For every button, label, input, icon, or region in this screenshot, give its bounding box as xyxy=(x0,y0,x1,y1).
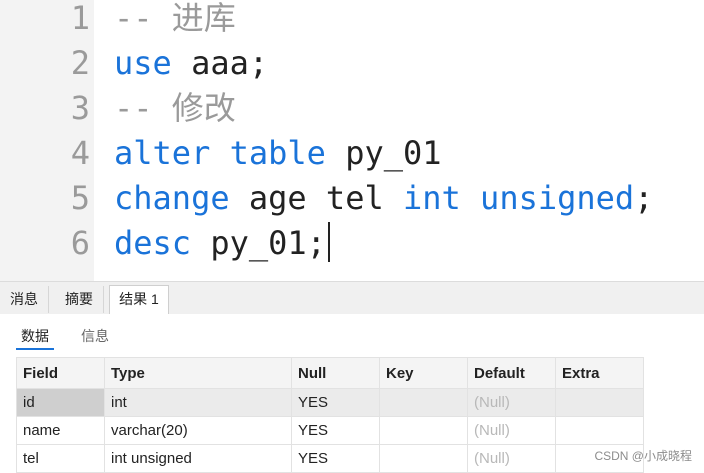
column-header-extra[interactable]: Extra xyxy=(555,357,644,389)
table-row[interactable]: name varchar(20) YES (Null) xyxy=(16,416,644,445)
code-text[interactable]: desc py_01; xyxy=(114,221,330,266)
cell-default[interactable]: (Null) xyxy=(467,444,556,473)
cell-key[interactable] xyxy=(379,416,468,445)
sql-keyword: desc xyxy=(114,224,192,262)
cell-null[interactable]: YES xyxy=(291,388,380,417)
code-text[interactable]: change age tel int unsigned; xyxy=(114,176,653,221)
sql-keyword: table xyxy=(229,134,326,172)
column-header-default[interactable]: Default xyxy=(467,357,556,389)
code-line[interactable]: 5 change age tel int unsigned; xyxy=(0,176,704,221)
code-text[interactable]: alter table py_01 xyxy=(114,131,442,176)
column-header-key[interactable]: Key xyxy=(379,357,468,389)
line-number: 2 xyxy=(70,44,90,82)
sql-token: py_01 xyxy=(325,134,442,172)
cell-type[interactable]: int unsigned xyxy=(104,444,292,473)
code-text[interactable]: -- 修改 xyxy=(114,86,236,131)
cell-type[interactable]: varchar(20) xyxy=(104,416,292,445)
cell-field[interactable]: name xyxy=(16,416,105,445)
cell-extra[interactable] xyxy=(555,416,644,445)
cell-default[interactable]: (Null) xyxy=(467,416,556,445)
line-number: 1 xyxy=(70,0,90,37)
sql-comment: -- 进库 xyxy=(114,0,236,37)
sql-keyword: alter xyxy=(114,134,211,172)
cell-type[interactable]: int xyxy=(104,388,292,417)
sql-comment: -- 修改 xyxy=(114,89,236,127)
sql-keyword: use xyxy=(114,44,172,82)
column-header-field[interactable]: Field xyxy=(16,357,105,389)
code-line[interactable]: 3 -- 修改 xyxy=(0,86,704,131)
code-line[interactable]: 2 use aaa; xyxy=(0,41,704,86)
sql-keyword: unsigned xyxy=(480,179,635,217)
code-text[interactable]: -- 进库 xyxy=(114,0,236,41)
sql-editor[interactable]: 1 -- 进库 2 use aaa; 3 -- 修改 4 alter table py_01 5… xyxy=(0,0,704,281)
code-text[interactable]: use aaa; xyxy=(114,41,268,86)
code-line[interactable]: 1 -- 进库 xyxy=(0,0,704,41)
result-view-tabs: 数据 信息 xyxy=(0,314,704,356)
active-subtab-indicator xyxy=(16,348,54,350)
cell-key[interactable] xyxy=(379,388,468,417)
line-number: 4 xyxy=(70,134,90,172)
subtab-data[interactable]: 数据 xyxy=(21,326,49,346)
tab-summary[interactable]: 摘要 xyxy=(55,286,104,313)
result-grid[interactable]: Field Type Null Key Default Extra id int… xyxy=(16,357,644,473)
table-row[interactable]: id int YES (Null) xyxy=(16,388,644,417)
watermark: CSDN @小成晓程 xyxy=(594,449,692,463)
sql-token: py_01; xyxy=(191,224,326,262)
cell-field[interactable]: tel xyxy=(16,444,105,473)
grid-header-row: Field Type Null Key Default Extra xyxy=(16,357,644,389)
code-line[interactable]: 4 alter table py_01 xyxy=(0,131,704,176)
cell-field[interactable]: id xyxy=(16,388,105,417)
cell-key[interactable] xyxy=(379,444,468,473)
cell-null[interactable]: YES xyxy=(291,416,380,445)
line-number: 6 xyxy=(70,224,90,262)
tab-messages[interactable]: 消息 xyxy=(0,286,49,313)
sql-token: age tel xyxy=(229,179,403,217)
cell-null[interactable]: YES xyxy=(291,444,380,473)
sql-token: ; xyxy=(634,179,654,217)
text-cursor xyxy=(327,222,330,262)
sql-keyword: int xyxy=(402,179,461,217)
subtab-info[interactable]: 信息 xyxy=(81,326,109,346)
sql-token: aaa; xyxy=(171,44,269,82)
line-number: 3 xyxy=(70,89,90,127)
table-row[interactable]: tel int unsigned YES (Null) xyxy=(16,444,644,473)
line-number: 5 xyxy=(70,179,90,217)
tab-result-1[interactable]: 结果 1 xyxy=(109,285,169,315)
cell-extra[interactable] xyxy=(555,388,644,417)
column-header-null[interactable]: Null xyxy=(291,357,380,389)
result-tab-bar: 消息 摘要 结果 1 xyxy=(0,281,704,315)
column-header-type[interactable]: Type xyxy=(104,357,292,389)
code-line[interactable]: 6 desc py_01; xyxy=(0,221,704,266)
sql-keyword: change xyxy=(114,179,230,217)
cell-default[interactable]: (Null) xyxy=(467,388,556,417)
